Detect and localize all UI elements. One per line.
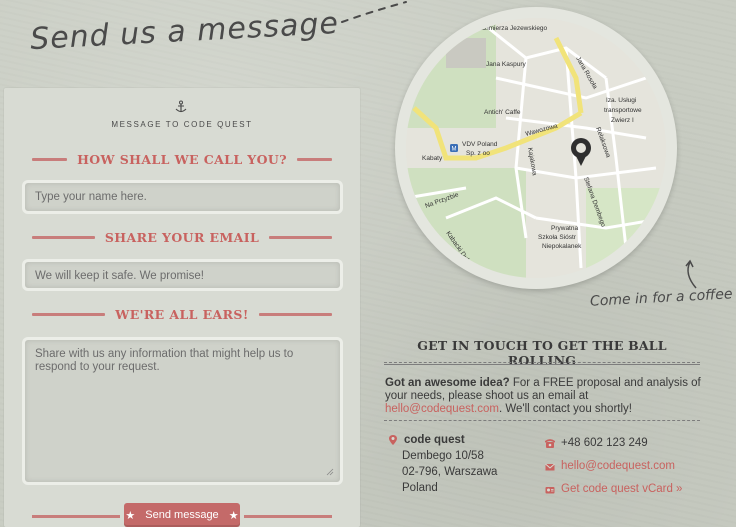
- send-message-button[interactable]: ★ Send message ★: [124, 503, 240, 527]
- vcard-link[interactable]: Get code quest vCard »: [561, 478, 682, 501]
- message-form-panel: MESSAGE TO CODE QUEST HOW SHALL WE CALL …: [4, 88, 360, 527]
- contact-intro: Got an awesome idea? For a FREE proposal…: [385, 377, 707, 416]
- email-input-placeholder: We will keep it safe. We promise!: [35, 270, 204, 282]
- map-label: Jana Kaspury: [486, 61, 526, 68]
- message-section-label: WE'RE ALL EARS!: [115, 306, 249, 322]
- phone-number[interactable]: +48 602 123 249: [561, 432, 648, 455]
- map-graphic: Kazimierza Jezewskiego Jana Kaspury Jana…: [406, 18, 666, 278]
- curved-arrow-decoration: [685, 259, 697, 289]
- map-label: Kazimierza Jezewskiego: [476, 25, 548, 32]
- email-input[interactable]: We will keep it safe. We promise!: [22, 259, 343, 291]
- star-icon: ★: [228, 509, 239, 522]
- anchor-icon: [175, 100, 187, 113]
- map-label: Prywatna: [551, 225, 578, 232]
- map-label: Antich' Caffe: [484, 109, 521, 116]
- contact-links: +48 602 123 249 hello@codequest.com Get …: [545, 432, 725, 501]
- map-label: Sp. z oo: [466, 150, 490, 157]
- name-section-title: HOW SHALL WE CALL YOU?: [32, 150, 333, 168]
- form-caption: MESSAGE TO CODE QUEST: [111, 120, 253, 129]
- send-divider-left: [32, 515, 120, 518]
- svg-text:M: M: [452, 147, 457, 153]
- address-street: Dembego 10/58: [402, 450, 484, 462]
- send-divider-right: [244, 515, 332, 518]
- map-label: Iza. Usługi: [606, 97, 636, 104]
- address-block: code quest Dembego 10/58 02-796, Warszaw…: [388, 432, 538, 496]
- map-label: VDV Poland: [462, 141, 498, 148]
- map-label: Zwierz I: [611, 117, 634, 124]
- name-section-label: HOW SHALL WE CALL YOU?: [77, 151, 287, 167]
- email-section-label: SHARE YOUR EMAIL: [104, 229, 260, 245]
- send-button-label: Send message: [145, 509, 219, 521]
- message-textarea-placeholder: Share with us any information that might…: [35, 348, 294, 374]
- contact-divider: [384, 362, 700, 365]
- address-country: Poland: [402, 482, 438, 494]
- map-label: Szkoła Sióstr: [538, 234, 577, 241]
- resize-handle-icon[interactable]: [326, 468, 334, 476]
- company-name: code quest: [404, 434, 465, 446]
- map-label: Niepokalanek: [542, 243, 582, 250]
- intro-email-link[interactable]: hello@codequest.com: [385, 403, 499, 415]
- message-textarea[interactable]: Share with us any information that might…: [22, 337, 343, 485]
- address-city: 02-796, Warszawa: [402, 466, 498, 478]
- dashed-arrow-decoration: [341, 1, 407, 23]
- intro-bold: Got an awesome idea?: [385, 377, 510, 389]
- email-section-title: SHARE YOUR EMAIL: [32, 228, 333, 246]
- phone-icon: [545, 438, 555, 448]
- map-frame: Kazimierza Jezewskiego Jana Kaspury Jana…: [395, 7, 677, 289]
- vcard-icon: [545, 486, 555, 493]
- name-input-placeholder: Type your name here.: [35, 191, 147, 203]
- location-map[interactable]: Kazimierza Jezewskiego Jana Kaspury Jana…: [406, 18, 666, 278]
- email-link[interactable]: hello@codequest.com: [561, 455, 675, 478]
- star-icon: ★: [125, 509, 136, 522]
- map-label: transportowe: [604, 107, 642, 114]
- intro-end: . We'll contact you shortly!: [498, 403, 632, 415]
- map-marker-icon: [389, 435, 397, 445]
- contact-divider-2: [384, 420, 700, 421]
- envelope-icon: [545, 463, 555, 470]
- name-input[interactable]: Type your name here.: [22, 180, 343, 214]
- message-section-title: WE'RE ALL EARS!: [32, 305, 333, 323]
- map-label: Kabaty: [422, 155, 443, 162]
